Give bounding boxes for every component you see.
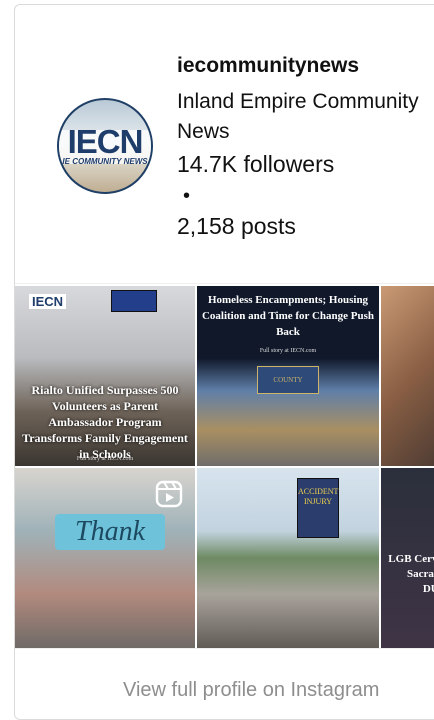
post-tile[interactable]: ACCIDENT INJURY (197, 468, 379, 648)
post-footer-text: Full story at IECN.com (259, 348, 317, 354)
post-caption: Homeless Encampments; Housing Coalition … (201, 294, 375, 338)
post-caption: Rialto Unified Surpasses 500 Volunteers … (22, 383, 188, 461)
post-tile[interactable] (381, 286, 434, 466)
post-sign: ACCIDENT INJURY (297, 478, 339, 538)
posts-count: 2,158 posts (177, 213, 296, 239)
profile-full-name: Inland Empire Community News (177, 90, 419, 143)
instagram-profile-card: IECN IE COMMUNITY NEWS iecommunitynews I… (14, 4, 434, 720)
post-tile[interactable]: Thank (15, 468, 195, 648)
post-tile[interactable]: IECN Rialto Unified Surpasses 500 Volunt… (15, 286, 195, 466)
post-tile[interactable]: LGB Cerva Sacram DUI (381, 468, 434, 648)
post-caption: LGB Cerva Sacram DUI (388, 553, 434, 595)
post-screen (111, 290, 157, 312)
profile-avatar[interactable]: IECN IE COMMUNITY NEWS (57, 98, 153, 194)
profile-username[interactable]: iecommunitynews (177, 54, 359, 78)
post-footer-text: Full story at IECN.com (76, 456, 134, 462)
post-sign: COUNTY (257, 366, 319, 394)
stats-separator: • (183, 185, 191, 207)
view-full-profile-link[interactable]: View full profile on Instagram (123, 679, 379, 702)
reel-icon (155, 480, 183, 508)
post-banner: Thank (55, 514, 165, 550)
posts-grid: IECN Rialto Unified Surpasses 500 Volunt… (15, 283, 434, 649)
followers-count: 14.7K followers (177, 151, 335, 177)
avatar-logo: IECN (67, 123, 144, 160)
post-tile[interactable]: Homeless Encampments; Housing Coalition … (197, 286, 379, 466)
avatar-tagline: IE COMMUNITY NEWS (62, 157, 148, 166)
post-logo: IECN (29, 294, 67, 309)
